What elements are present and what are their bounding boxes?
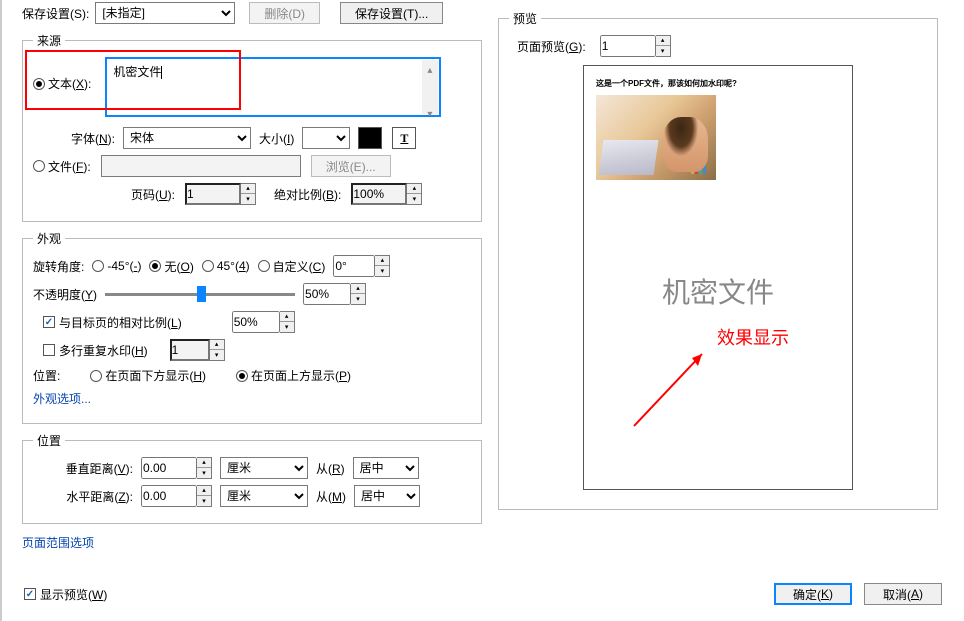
appearance-legend: 外观 (33, 230, 65, 247)
spin-up-icon[interactable]: ▴ (656, 36, 670, 46)
save-settings-select[interactable]: [未指定] (95, 2, 235, 24)
vdist-input[interactable] (141, 457, 197, 479)
hdist-from-select[interactable]: 居中 (354, 485, 420, 507)
show-preview-checkbox[interactable] (24, 588, 36, 600)
hdist-label: 水平距离(Z): (33, 488, 133, 505)
text-radio[interactable] (33, 78, 45, 90)
delete-button[interactable]: 删除(D) (249, 2, 320, 24)
spin-down-icon[interactable]: ▾ (241, 194, 255, 204)
show-preview-label: 显示预览(W) (40, 586, 107, 603)
abs-scale-label: 绝对比例(B): (274, 186, 341, 203)
appearance-fieldset: 外观 旋转角度: -45°(-) 无(O) 45°(4) 自定义(C) ▴▾ 不… (22, 230, 482, 424)
hdist-input[interactable] (141, 485, 197, 507)
annotation-arrow-icon (624, 336, 724, 436)
spin-up-icon[interactable]: ▴ (210, 340, 224, 350)
size-label: 大小(I) (259, 130, 294, 147)
preview-page: 这是一个PDF文件，那该如何加水印呢? 机密文件 效果显示 (583, 65, 853, 490)
watermark-text-input[interactable]: 机密文件 (105, 57, 441, 117)
rot-m45-label: -45°(-) (107, 259, 141, 273)
text-style-icon[interactable]: T (392, 127, 416, 149)
spin-down-icon[interactable]: ▾ (375, 266, 389, 276)
rot-custom-label: 自定义(C) (273, 258, 326, 275)
spin-down-icon[interactable]: ▾ (280, 322, 294, 332)
spin-up-icon[interactable]: ▴ (407, 184, 421, 194)
vdist-unit-select[interactable]: 厘米 (220, 457, 308, 479)
file-radio-label: 文件(F): (48, 158, 91, 175)
multiline-checkbox[interactable] (43, 344, 55, 356)
rot-m45-radio[interactable] (92, 260, 104, 272)
vdist-label: 垂直距离(V): (33, 460, 133, 477)
spin-down-icon[interactable]: ▾ (656, 46, 670, 56)
file-radio[interactable] (33, 160, 45, 172)
rot-45-label: 45°(4) (217, 259, 250, 273)
ok-button[interactable]: 确定(K) (774, 583, 852, 605)
relative-scale-checkbox[interactable] (43, 316, 55, 328)
page-num-label: 页码(U): (33, 186, 175, 203)
page-range-link[interactable]: 页面范围选项 (22, 534, 94, 551)
preview-image (596, 95, 716, 180)
spin-down-icon[interactable]: ▾ (351, 294, 365, 304)
font-select[interactable]: 宋体 (123, 127, 251, 149)
spin-up-icon[interactable]: ▴ (280, 312, 294, 322)
multiline-label: 多行重复水印(H) (59, 342, 148, 359)
from-r-label: 从(R) (316, 460, 345, 477)
page-preview-label: 页面预览(G): (517, 38, 586, 55)
spin-down-icon[interactable]: ▾ (210, 350, 224, 360)
vdist-from-select[interactable]: 居中 (353, 457, 419, 479)
rot-none-label: 无(O) (164, 258, 193, 275)
preview-fieldset: 预览 页面预览(G): ▴▾ 这是一个PDF文件，那该如何加水印呢? 机密文件 … (498, 10, 938, 510)
textarea-scrollbar[interactable] (422, 60, 438, 114)
rot-value-input[interactable] (333, 255, 375, 277)
spin-down-icon[interactable]: ▾ (197, 496, 211, 506)
below-radio[interactable] (90, 370, 102, 382)
relative-scale-label: 与目标页的相对比例(L) (59, 314, 182, 331)
below-label: 在页面下方显示(H) (105, 367, 206, 384)
page-num-input[interactable] (185, 183, 241, 205)
appearance-options-link[interactable]: 外观选项... (33, 390, 91, 407)
spin-up-icon[interactable]: ▴ (375, 256, 389, 266)
spin-up-icon[interactable]: ▴ (351, 284, 365, 294)
source-fieldset: 来源 文本(X): 机密文件 字体(N): 宋体 (22, 32, 482, 222)
browse-button[interactable]: 浏览(E)... (311, 155, 391, 177)
above-radio[interactable] (236, 370, 248, 382)
preview-doc-title: 这是一个PDF文件，那该如何加水印呢? (596, 78, 840, 89)
text-radio-label: 文本(X): (48, 75, 91, 92)
file-path-input[interactable] (101, 155, 301, 177)
relative-scale-input[interactable] (232, 311, 280, 333)
rot-none-radio[interactable] (149, 260, 161, 272)
opacity-input[interactable] (303, 283, 351, 305)
pos-label: 位置: (33, 367, 60, 384)
rot-45-radio[interactable] (202, 260, 214, 272)
spin-up-icon[interactable]: ▴ (197, 486, 211, 496)
opacity-label: 不透明度(Y) (33, 286, 97, 303)
cancel-button[interactable]: 取消(A) (864, 583, 942, 605)
source-legend: 来源 (33, 32, 65, 49)
rot-custom-radio[interactable] (258, 260, 270, 272)
from-m-label: 从(M) (316, 488, 346, 505)
preview-page-input[interactable] (600, 35, 656, 57)
spin-down-icon[interactable]: ▾ (197, 468, 211, 478)
hdist-unit-select[interactable]: 厘米 (220, 485, 308, 507)
color-picker[interactable] (358, 127, 382, 149)
spin-down-icon[interactable]: ▾ (407, 194, 421, 204)
annotation-text: 效果显示 (654, 324, 852, 350)
save-settings-button[interactable]: 保存设置(T)... (340, 2, 443, 24)
multiline-input[interactable] (170, 339, 210, 361)
opacity-slider[interactable] (105, 293, 295, 296)
spin-up-icon[interactable]: ▴ (241, 184, 255, 194)
position-fieldset: 位置 垂直距离(V): ▴▾ 厘米 从(R) 居中 水平距离(Z): ▴▾ 厘米… (22, 432, 482, 524)
above-label: 在页面上方显示(P) (251, 367, 351, 384)
size-select[interactable] (302, 127, 350, 149)
spin-up-icon[interactable]: ▴ (197, 458, 211, 468)
position-legend: 位置 (33, 432, 65, 449)
font-label: 字体(N): (33, 130, 115, 147)
rotation-label: 旋转角度: (33, 258, 84, 275)
preview-legend: 预览 (509, 10, 541, 27)
abs-scale-input[interactable] (351, 183, 407, 205)
save-settings-label: 保存设置(S): (22, 5, 89, 22)
watermark-preview-text: 机密文件 (584, 271, 852, 311)
